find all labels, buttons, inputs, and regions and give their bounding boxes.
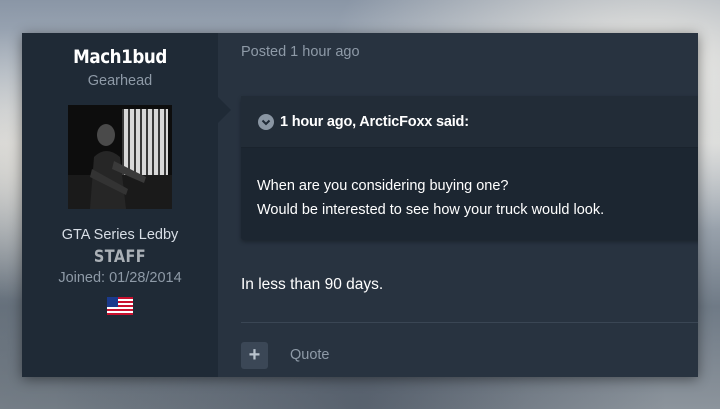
join-date: Joined: 01/28/2014 <box>58 270 182 286</box>
post-content: In less than 90 days. <box>241 276 384 293</box>
quote-button[interactable]: Quote <box>290 347 330 363</box>
multiquote-plus-button[interactable]: + <box>241 342 268 369</box>
staff-badge: STAFF <box>93 247 147 267</box>
author-group: GTA Series Ledby <box>61 227 179 243</box>
quote-citation[interactable]: 1 hour ago, ArcticFoxx said: <box>280 114 469 130</box>
avatar[interactable] <box>68 105 172 209</box>
chevron-down-icon[interactable] <box>258 113 274 130</box>
divider <box>241 322 698 323</box>
quote-header: 1 hour ago, ArcticFoxx said: <box>241 96 698 148</box>
author-name[interactable]: Mach1bud <box>34 46 206 68</box>
forum-post: Mach1bud Gearhead GTA Series Ledby STAFF… <box>22 33 698 377</box>
quote-line: When are you considering buying one? <box>257 178 509 194</box>
us-flag-icon <box>107 297 133 315</box>
quote-body: When are you considering buying one? Wou… <box>241 148 698 222</box>
author-panel-pointer <box>218 97 231 123</box>
author-rank: Gearhead <box>87 73 153 89</box>
quote-line: Would be interested to see how your truc… <box>257 202 605 218</box>
author-panel: Mach1bud Gearhead GTA Series Ledby STAFF… <box>22 33 218 377</box>
quote-block: 1 hour ago, ArcticFoxx said: When are yo… <box>241 96 698 240</box>
post-timestamp[interactable]: Posted 1 hour ago <box>241 44 360 60</box>
